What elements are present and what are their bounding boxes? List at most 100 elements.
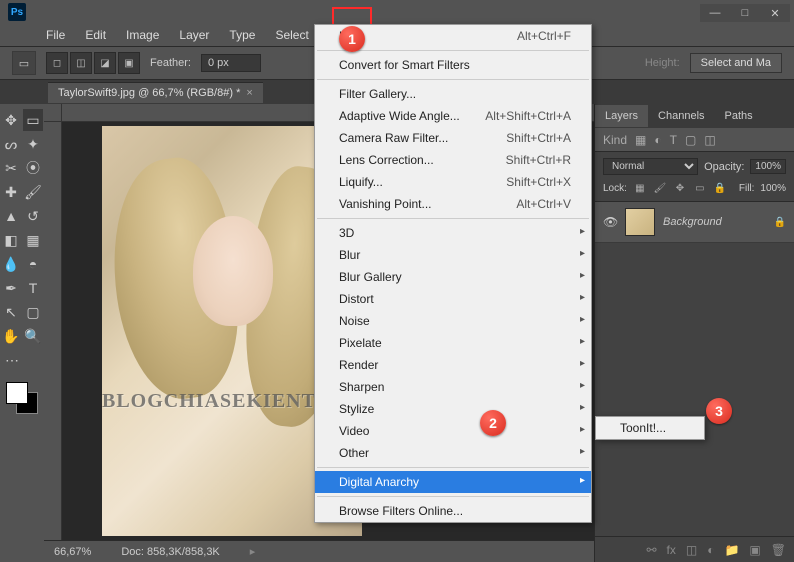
link-layers-icon[interactable]: ⚯ bbox=[646, 543, 656, 557]
layer-visibility-icon[interactable]: 👁 bbox=[603, 215, 617, 229]
new-layer-icon[interactable]: ▣ bbox=[749, 543, 760, 557]
menu-image[interactable]: Image bbox=[116, 25, 169, 45]
dodge-tool-icon[interactable]: ◓ bbox=[23, 253, 43, 275]
mi-convert-smart[interactable]: Convert for Smart Filters bbox=[315, 54, 591, 76]
mi-other[interactable]: Other bbox=[315, 442, 591, 464]
layer-name[interactable]: Background bbox=[663, 216, 766, 228]
maximize-button[interactable]: □ bbox=[730, 4, 760, 22]
edit-toolbar-icon[interactable]: ⋯ bbox=[1, 349, 23, 371]
crop-tool-icon[interactable]: ✂ bbox=[1, 157, 21, 179]
callout-badge-3: 3 bbox=[706, 398, 732, 424]
layer-thumbnail[interactable] bbox=[625, 208, 655, 236]
lock-transparent-icon[interactable]: ▦ bbox=[633, 181, 647, 195]
pen-tool-icon[interactable]: ✒ bbox=[1, 277, 21, 299]
blend-mode-select[interactable]: Normal bbox=[603, 158, 698, 175]
document-tab[interactable]: TaylorSwift9.jpg @ 66,7% (RGB/8#) * × bbox=[48, 82, 263, 103]
zoom-tool-icon[interactable]: 🔍 bbox=[23, 325, 43, 347]
title-bar: Ps bbox=[0, 0, 794, 24]
filter-type-icon[interactable]: T bbox=[670, 133, 677, 147]
tab-channels[interactable]: Channels bbox=[648, 105, 714, 127]
mi-vanishing-point[interactable]: Vanishing Point...Alt+Ctrl+V bbox=[315, 193, 591, 215]
mi-video[interactable]: Video bbox=[315, 420, 591, 442]
status-zoom[interactable]: 66,67% bbox=[54, 546, 91, 558]
mi-sharpen[interactable]: Sharpen bbox=[315, 376, 591, 398]
history-brush-tool-icon[interactable]: ↺ bbox=[23, 205, 43, 227]
tab-paths[interactable]: Paths bbox=[715, 105, 763, 127]
menu-select[interactable]: Select bbox=[265, 25, 318, 45]
menu-edit[interactable]: Edit bbox=[75, 25, 116, 45]
layer-row-background[interactable]: 👁 Background 🔒 bbox=[595, 202, 794, 243]
selection-new-icon[interactable]: ◻ bbox=[46, 52, 68, 74]
ruler-vertical[interactable] bbox=[44, 122, 62, 540]
mi-render[interactable]: Render bbox=[315, 354, 591, 376]
marquee-tool-icon[interactable]: ▭ bbox=[23, 109, 43, 131]
mi-liquify[interactable]: Liquify...Shift+Ctrl+X bbox=[315, 171, 591, 193]
mi-pixelate[interactable]: Pixelate bbox=[315, 332, 591, 354]
eraser-tool-icon[interactable]: ◧ bbox=[1, 229, 21, 251]
blur-tool-icon[interactable]: 💧 bbox=[1, 253, 21, 275]
mi-browse-online[interactable]: Browse Filters Online... bbox=[315, 500, 591, 522]
fill-input[interactable]: 100% bbox=[760, 183, 786, 194]
mi-noise[interactable]: Noise bbox=[315, 310, 591, 332]
filter-smart-icon[interactable]: ◫ bbox=[704, 133, 715, 147]
mi-filter-gallery[interactable]: Filter Gallery... bbox=[315, 83, 591, 105]
lock-artboard-icon[interactable]: ▭ bbox=[693, 181, 707, 195]
mi-blur[interactable]: Blur bbox=[315, 244, 591, 266]
feather-input[interactable]: 0 px bbox=[201, 54, 261, 72]
layer-lock-icon[interactable]: 🔒 bbox=[774, 217, 786, 228]
tab-layers[interactable]: Layers bbox=[595, 105, 648, 127]
mi-blur-gallery[interactable]: Blur Gallery bbox=[315, 266, 591, 288]
mi-3d[interactable]: 3D bbox=[315, 222, 591, 244]
app-icon: Ps bbox=[8, 3, 26, 21]
callout-badge-2: 2 bbox=[480, 410, 506, 436]
mi-stylize[interactable]: Stylize bbox=[315, 398, 591, 420]
path-select-tool-icon[interactable]: ↖ bbox=[1, 301, 21, 323]
shape-tool-icon[interactable]: ▢ bbox=[23, 301, 43, 323]
lock-all-icon[interactable]: 🔒 bbox=[713, 181, 727, 195]
hand-tool-icon[interactable]: ✋ bbox=[1, 325, 21, 347]
lock-label: Lock: bbox=[603, 183, 627, 194]
tool-preset-picker[interactable]: ▭ bbox=[12, 51, 36, 75]
selection-intersect-icon[interactable]: ▣ bbox=[118, 52, 140, 74]
move-tool-icon[interactable]: ✥ bbox=[1, 109, 21, 131]
selection-add-icon[interactable]: ◫ bbox=[70, 52, 92, 74]
mi-toonit[interactable]: ToonIt!... bbox=[596, 417, 704, 439]
layer-style-icon[interactable]: fx bbox=[667, 543, 676, 557]
mi-distort[interactable]: Distort bbox=[315, 288, 591, 310]
foreground-color-swatch[interactable] bbox=[6, 382, 28, 404]
adjustment-layer-icon[interactable]: ◐ bbox=[707, 543, 714, 557]
gradient-tool-icon[interactable]: ▦ bbox=[23, 229, 43, 251]
type-tool-icon[interactable]: T bbox=[23, 277, 43, 299]
status-arrow-icon[interactable]: ▸ bbox=[250, 545, 256, 558]
magic-wand-tool-icon[interactable]: ✦ bbox=[23, 133, 43, 155]
filter-shape-icon[interactable]: ▢ bbox=[685, 133, 696, 147]
select-and-mask-button[interactable]: Select and Ma bbox=[690, 53, 782, 73]
mi-lens-correction[interactable]: Lens Correction...Shift+Ctrl+R bbox=[315, 149, 591, 171]
brush-tool-icon[interactable]: 🖌 bbox=[23, 181, 43, 203]
mi-adaptive-wide-angle[interactable]: Adaptive Wide Angle...Alt+Shift+Ctrl+A bbox=[315, 105, 591, 127]
mi-digital-anarchy[interactable]: Digital Anarchy bbox=[315, 471, 591, 493]
layer-mask-icon[interactable]: ◫ bbox=[686, 543, 697, 557]
menu-type[interactable]: Type bbox=[219, 25, 265, 45]
lasso-tool-icon[interactable]: ᔕ bbox=[1, 133, 21, 155]
mi-camera-raw[interactable]: Camera Raw Filter...Shift+Ctrl+A bbox=[315, 127, 591, 149]
close-button[interactable]: ✕ bbox=[760, 4, 790, 22]
delete-layer-icon[interactable]: 🗑 bbox=[771, 543, 786, 557]
eyedropper-tool-icon[interactable]: ⦿ bbox=[23, 157, 43, 179]
document-tab-close-icon[interactable]: × bbox=[246, 87, 252, 99]
opacity-input[interactable]: 100% bbox=[750, 159, 786, 174]
selection-subtract-icon[interactable]: ◪ bbox=[94, 52, 116, 74]
layer-group-icon[interactable]: 📁 bbox=[724, 543, 739, 557]
menu-layer[interactable]: Layer bbox=[169, 25, 219, 45]
color-swatches[interactable] bbox=[4, 380, 40, 416]
status-doc-info[interactable]: Doc: 858,3K/858,3K bbox=[121, 546, 219, 558]
healing-tool-icon[interactable]: ✚ bbox=[1, 181, 21, 203]
minimize-button[interactable]: — bbox=[700, 4, 730, 22]
filter-adjust-icon[interactable]: ◐ bbox=[654, 133, 661, 147]
clone-tool-icon[interactable]: ▲ bbox=[1, 205, 21, 227]
menu-file[interactable]: File bbox=[36, 25, 75, 45]
layers-panel-footer: ⚯ fx ◫ ◐ 📁 ▣ 🗑 bbox=[595, 536, 794, 562]
lock-pixels-icon[interactable]: 🖌 bbox=[653, 181, 667, 195]
lock-position-icon[interactable]: ✥ bbox=[673, 181, 687, 195]
filter-pixel-icon[interactable]: ▦ bbox=[635, 133, 646, 147]
